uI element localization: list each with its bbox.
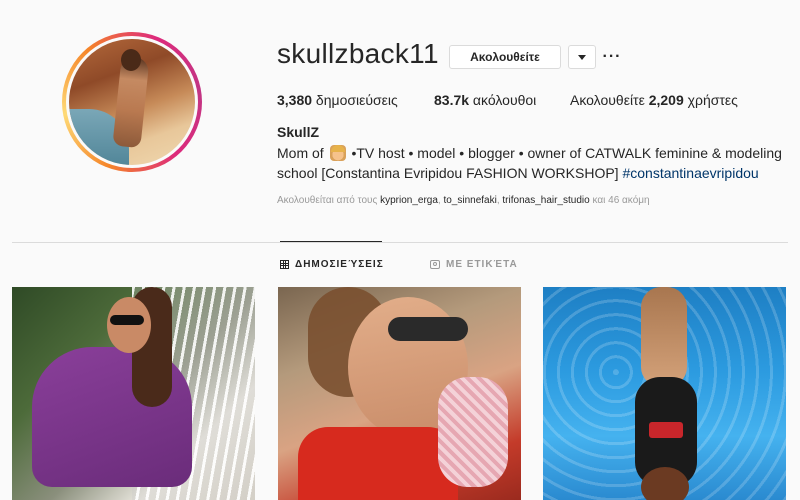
- profile-username: skullzback11: [277, 38, 439, 69]
- grid-icon: [280, 260, 289, 269]
- bio-line-2: school [Constantina Evripidou FASHION WO…: [277, 163, 759, 183]
- followed-by-prefix: Ακολουθείται από τους: [277, 195, 381, 206]
- tab-posts[interactable]: ΔΗΜΟΣΙΕΎΣΕΙΣ: [280, 259, 384, 270]
- followed-by-user-link[interactable]: trifonas_hair_studio: [502, 195, 589, 206]
- tab-tagged-label: ΜΕ ΕΤΙΚΈΤΑ: [446, 259, 518, 270]
- following-count-value: 2,209: [648, 92, 684, 108]
- tab-tagged[interactable]: ΜΕ ΕΤΙΚΈΤΑ: [430, 259, 518, 270]
- followed-by-user-link[interactable]: to_sinnefaki: [443, 195, 496, 206]
- followers-count-label: ακόλουθοι: [469, 92, 537, 108]
- post-thumbnail[interactable]: [278, 287, 521, 500]
- profile-avatar[interactable]: [62, 32, 202, 172]
- posts-count-label: δημοσιεύσεις: [312, 92, 398, 108]
- caret-down-icon: [578, 54, 586, 60]
- bio-line-2-text: school [Constantina Evripidou FASHION WO…: [277, 165, 623, 181]
- followers-count[interactable]: 83.7k ακόλουθοι: [434, 92, 536, 108]
- avatar-gap: [66, 36, 198, 168]
- active-tab-indicator: [280, 241, 382, 242]
- followed-by: Ακολουθείται από τους kyprion_erga, to_s…: [277, 195, 650, 206]
- more-options-button[interactable]: ···: [603, 45, 621, 69]
- suggestions-dropdown-button[interactable]: [568, 45, 596, 69]
- bio-line-1-end: •TV host • model • blogger • owner of CA…: [347, 145, 782, 161]
- posts-count-value: 3,380: [277, 92, 313, 108]
- post-thumbnail[interactable]: [12, 287, 255, 500]
- tag-icon: [430, 260, 440, 269]
- tab-posts-label: ΔΗΜΟΣΙΕΎΣΕΙΣ: [295, 259, 384, 270]
- post-thumbnail[interactable]: [543, 287, 786, 500]
- bio-line-1-start: Mom of: [277, 145, 328, 161]
- bio-hashtag-link[interactable]: #constantinaevripidou: [622, 165, 758, 181]
- followed-by-user-link[interactable]: kyprion_erga: [380, 195, 438, 206]
- followed-by-suffix[interactable]: και 46 ακόμη: [592, 195, 649, 206]
- following-count[interactable]: Ακολουθείτε 2,209 χρήστες: [570, 92, 738, 108]
- bio-full-name: SkullZ: [277, 124, 320, 140]
- posts-count: 3,380 δημοσιεύσεις: [277, 92, 398, 108]
- following-count-label: χρήστες: [683, 92, 738, 108]
- followers-count-value: 83.7k: [434, 92, 470, 108]
- baby-face-emoji-icon: [329, 145, 346, 161]
- tabs-divider: [12, 242, 788, 243]
- following-button[interactable]: Ακολουθείτε: [449, 45, 561, 69]
- bio-line-1: Mom of •TV host • model • blogger • owne…: [277, 143, 782, 163]
- avatar-photo: [69, 39, 195, 165]
- following-count-prefix: Ακολουθείτε: [570, 92, 649, 108]
